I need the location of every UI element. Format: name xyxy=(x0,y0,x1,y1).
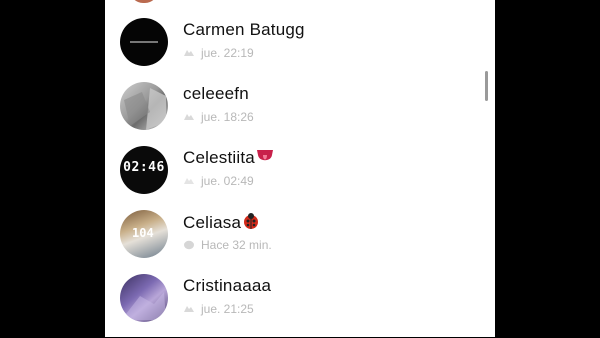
avatar xyxy=(120,18,168,66)
photo-avatar-icon xyxy=(124,88,166,130)
chat-meta: jue. 02:49 xyxy=(183,174,254,188)
clock-avatar-text: 02:46 xyxy=(123,160,165,175)
opened-snap-icon xyxy=(184,306,194,312)
avatar xyxy=(120,82,168,130)
scrollbar[interactable] xyxy=(485,71,488,101)
unread-chat-icon xyxy=(184,240,194,250)
photo-avatar-icon xyxy=(124,292,166,320)
chat-time: jue. 21:25 xyxy=(201,302,254,316)
chat-name: celeeefn xyxy=(183,84,249,103)
logo-avatar-icon xyxy=(130,41,158,43)
chat-name: Celiasa xyxy=(183,212,260,233)
chat-meta: jue. 22:19 xyxy=(183,46,254,60)
avatar: 104 xyxy=(120,210,168,258)
chat-row-celiasa[interactable]: 104 Celiasa Hace 32 min. xyxy=(105,210,495,274)
opened-snap-icon xyxy=(184,178,194,184)
chat-name-text: Celestiita xyxy=(183,148,255,167)
chat-time: jue. 02:49 xyxy=(201,174,254,188)
opened-snap-icon xyxy=(184,50,194,56)
chat-time: jue. 18:26 xyxy=(201,110,254,124)
chat-time: jue. 22:19 xyxy=(201,46,254,60)
chat-time: Hace 32 min. xyxy=(201,238,272,252)
chat-name: Carmen Batugg xyxy=(183,20,305,39)
tongue-emoji-icon xyxy=(256,150,273,161)
chat-meta: jue. 21:25 xyxy=(183,302,254,316)
chat-name: Celestiita xyxy=(183,148,274,168)
chat-row-cristinaaaa[interactable]: Cristinaaaa jue. 21:25 xyxy=(105,274,495,338)
opened-snap-icon xyxy=(184,114,194,120)
selfie-avatar-text: 104 xyxy=(132,226,154,240)
avatar xyxy=(120,274,168,322)
chat-meta: Hace 32 min. xyxy=(183,238,272,252)
chat-name: Cristinaaaa xyxy=(183,276,272,295)
chat-row-carmen[interactable]: Carmen Batugg jue. 22:19 xyxy=(105,18,495,82)
chat-meta: jue. 18:26 xyxy=(183,110,254,124)
chat-row-celeeefn[interactable]: celeeefn jue. 18:26 xyxy=(105,82,495,146)
chat-name-text: Celiasa xyxy=(183,213,242,232)
avatar: 02:46 xyxy=(120,146,168,194)
ladybug-emoji-icon xyxy=(244,213,259,229)
chat-row-celestiita[interactable]: 02:46 Celestiita jue. 02:49 xyxy=(105,146,495,210)
